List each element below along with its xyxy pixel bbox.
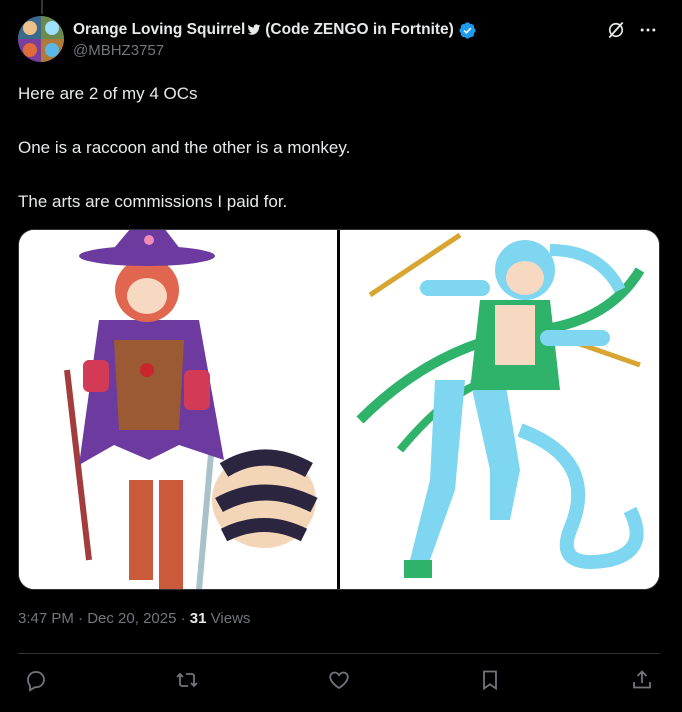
tweet-line: One is a raccoon and the other is a monk… <box>18 138 351 157</box>
media-image-raccoon[interactable] <box>19 230 337 589</box>
display-name[interactable]: Orange Loving Squirrel <box>73 21 245 39</box>
tweet-header: Orange Loving Squirrel (Code ZENGO in Fo… <box>18 16 664 64</box>
tweet-text: Here are 2 of my 4 OCs One is a raccoon … <box>18 80 658 242</box>
tweet-date[interactable]: Dec 20, 2025 <box>87 610 176 627</box>
views-label: Views <box>210 610 251 627</box>
like-icon[interactable] <box>327 668 351 692</box>
meta-separator: · <box>180 610 186 627</box>
raccoon-tail-icon <box>212 449 318 548</box>
more-icon[interactable] <box>638 20 658 40</box>
share-icon[interactable] <box>630 668 654 692</box>
meta-separator: · <box>78 610 84 627</box>
action-bar <box>18 664 660 696</box>
avatar[interactable] <box>18 16 64 62</box>
reply-icon[interactable] <box>24 668 48 692</box>
thread-connector-line <box>41 0 43 14</box>
media-grid <box>18 229 660 590</box>
author-handle[interactable]: @MBHZ3757 <box>73 42 477 59</box>
divider <box>18 653 660 654</box>
bookmark-icon[interactable] <box>478 668 502 692</box>
tweet-meta: 3:47 PM · Dec 20, 2025 · 31 Views <box>18 610 250 627</box>
media-image-monkey[interactable] <box>340 230 659 589</box>
retweet-icon[interactable] <box>175 668 199 692</box>
tweet-line: The arts are commissions I paid for. <box>18 192 288 211</box>
views-count[interactable]: 31 <box>190 610 207 627</box>
verified-icon <box>458 21 477 40</box>
author-names: Orange Loving Squirrel (Code ZENGO in Fo… <box>73 19 477 59</box>
display-name-suffix[interactable]: (Code ZENGO in Fortnite) <box>265 21 454 39</box>
tweet-line: Here are 2 of my 4 OCs <box>18 84 198 103</box>
grok-icon[interactable] <box>606 20 626 40</box>
tweet-time[interactable]: 3:47 PM <box>18 610 74 627</box>
bird-icon <box>247 23 261 37</box>
